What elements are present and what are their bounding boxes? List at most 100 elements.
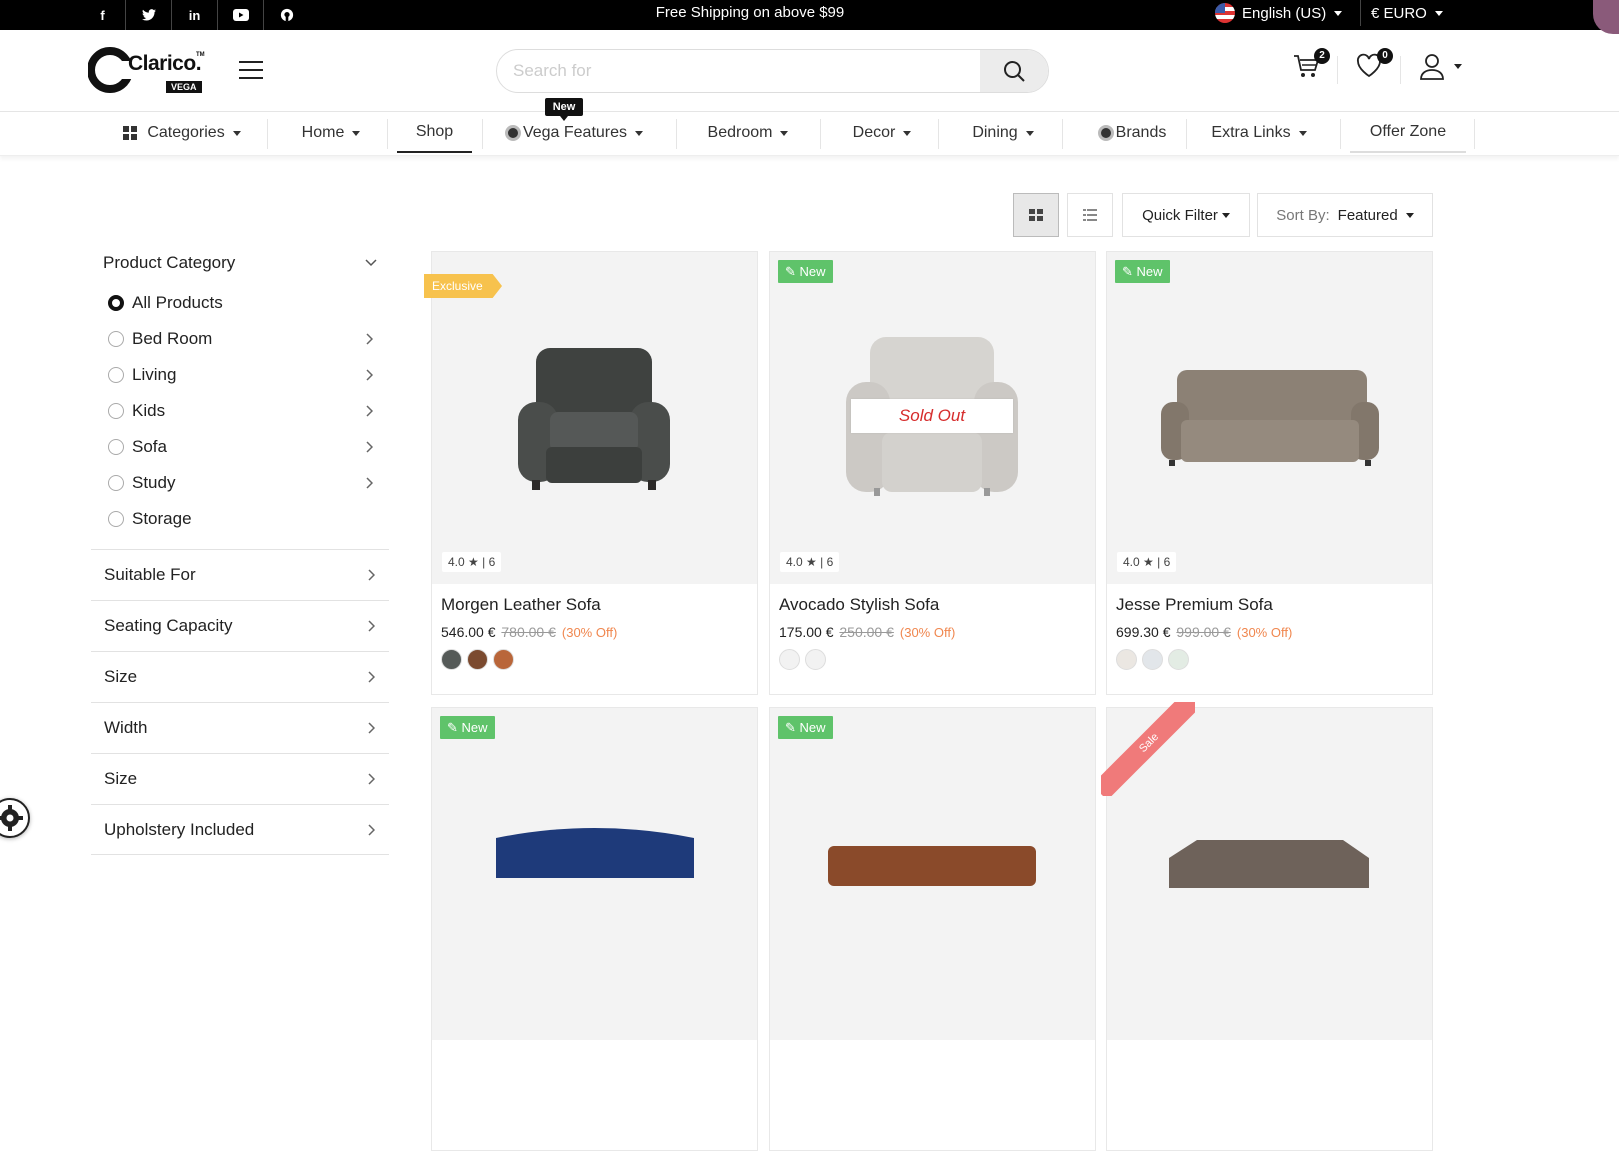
nav-shop[interactable]: Shop — [397, 113, 472, 153]
tag-label: New — [461, 720, 488, 735]
old-price: 250.00 € — [839, 624, 894, 640]
nav-dining[interactable]: Dining — [955, 113, 1051, 153]
nav-home[interactable]: Home — [282, 113, 380, 153]
nav-vega-features[interactable]: Vega Features — [495, 113, 653, 153]
sofa-variant-icon[interactable] — [1116, 649, 1137, 670]
star-icon: ★ — [468, 555, 479, 569]
nav-extra-links[interactable]: Extra Links — [1203, 113, 1315, 153]
radio[interactable] — [108, 475, 124, 491]
chevron-down-icon — [232, 130, 241, 136]
tag-label: New — [799, 720, 826, 735]
list-view-button[interactable] — [1067, 193, 1113, 237]
old-price: 780.00 € — [501, 624, 556, 640]
current-price: 175.00 € — [779, 624, 834, 640]
sort-dropdown[interactable]: Sort By: Featured — [1257, 193, 1433, 237]
nav-categories[interactable]: Categories — [112, 113, 252, 153]
category-study[interactable]: Study — [91, 465, 389, 501]
divider — [938, 119, 939, 149]
rating-value: 4.0 — [448, 555, 465, 569]
new-tag: ✎ New — [778, 716, 833, 739]
product-image[interactable] — [432, 708, 757, 1040]
currency-label: € EURO — [1371, 4, 1427, 22]
language-selector[interactable]: English (US) — [1215, 0, 1343, 26]
nav-offer-zone[interactable]: Offer Zone — [1350, 113, 1466, 153]
account-menu-button[interactable] — [1418, 52, 1462, 84]
nav-brands[interactable]: Brands — [1080, 113, 1184, 153]
product-name[interactable]: Avocado Stylish Sofa — [779, 595, 939, 615]
category-bed-room[interactable]: Bed Room — [91, 321, 389, 357]
nav-decor[interactable]: Decor — [836, 113, 928, 153]
color-swatch[interactable] — [441, 649, 462, 670]
category-sofa[interactable]: Sofa — [91, 429, 389, 465]
filter-suitable-for[interactable]: Suitable For — [91, 549, 389, 600]
dot-icon — [1097, 125, 1114, 141]
category-kids[interactable]: Kids — [91, 393, 389, 429]
product-card[interactable]: ✎ New — [431, 707, 758, 1151]
category-all-products[interactable]: All Products — [91, 285, 389, 321]
product-card[interactable]: Exclusive 4.0 ★ | 6 Morgen Leather Sofa … — [424, 251, 758, 695]
category-living[interactable]: Living — [91, 357, 389, 393]
settings-gear-button[interactable] — [0, 798, 30, 838]
color-swatch[interactable] — [493, 649, 514, 670]
chevron-down-icon — [780, 130, 789, 136]
us-flag-icon — [1215, 3, 1235, 23]
radio[interactable] — [108, 403, 124, 419]
sort-value: Featured — [1337, 206, 1398, 224]
category-storage[interactable]: Storage — [91, 501, 389, 537]
radio[interactable] — [108, 511, 124, 527]
nav-label: Offer Zone — [1369, 123, 1447, 140]
rating-badge: 4.0 ★ | 6 — [780, 552, 840, 572]
product-image[interactable] — [770, 708, 1095, 1040]
review-count: | 6 — [820, 555, 834, 569]
grid-view-icon — [1029, 209, 1043, 221]
sold-out-label: Sold Out — [851, 399, 1013, 433]
category-label: Study — [132, 473, 176, 492]
color-swatch[interactable] — [467, 649, 488, 670]
product-card[interactable]: ✎ New 4.0 ★ | 6 Jesse Premium Sofa 699.3… — [1106, 251, 1433, 695]
product-image[interactable] — [432, 252, 757, 584]
menu-hamburger-icon[interactable] — [239, 61, 263, 79]
logo[interactable]: Clarico. TM VEGA — [87, 46, 206, 96]
radio-selected[interactable] — [108, 295, 124, 311]
chevron-down-icon — [1434, 10, 1443, 16]
nav-label: Decor — [852, 124, 896, 141]
product-card[interactable]: ✎ New Sold Out 4.0 ★ | 6 Avocado Stylish… — [769, 251, 1096, 695]
radio[interactable] — [108, 367, 124, 383]
sofa-variant-icon[interactable] — [1142, 649, 1163, 670]
armchair-variant-icon[interactable] — [779, 649, 800, 670]
product-image[interactable] — [1107, 252, 1432, 584]
product-card[interactable]: Sale — [1101, 702, 1433, 1151]
quick-filter-label: Quick Filter — [1142, 206, 1218, 224]
product-name[interactable]: Jesse Premium Sofa — [1116, 595, 1273, 615]
rating-value: 4.0 — [1123, 555, 1140, 569]
currency-selector[interactable]: € EURO — [1360, 0, 1443, 26]
grid-view-button[interactable] — [1013, 193, 1059, 237]
wishlist-button[interactable]: 0 — [1355, 48, 1393, 84]
nav-label: Dining — [972, 124, 1018, 141]
cart-button[interactable]: 2 — [1292, 48, 1330, 84]
radio[interactable] — [108, 439, 124, 455]
sofa-variant-icon[interactable] — [805, 649, 826, 670]
filter-size-2[interactable]: Size — [91, 753, 389, 804]
filter-width[interactable]: Width — [91, 702, 389, 753]
chevron-down-icon — [1454, 64, 1462, 69]
chevron-down-icon — [1405, 212, 1414, 218]
filter-size[interactable]: Size — [91, 651, 389, 702]
product-name[interactable]: Morgen Leather Sofa — [441, 595, 601, 615]
language-label: English (US) — [1242, 4, 1327, 22]
category-label: Storage — [132, 509, 192, 528]
sofa-variant-icon[interactable] — [1168, 649, 1189, 670]
filter-upholstery-included[interactable]: Upholstery Included — [91, 804, 389, 855]
category-label: Kids — [132, 401, 166, 420]
quick-filter-dropdown[interactable]: Quick Filter — [1122, 193, 1250, 237]
product-category-header[interactable]: Product Category — [91, 240, 389, 285]
product-price: 699.30 € 999.00 € (30% Off) — [1116, 624, 1292, 640]
product-card[interactable]: ✎ New — [769, 707, 1096, 1151]
filter-seating-capacity[interactable]: Seating Capacity — [91, 600, 389, 651]
search-input[interactable] — [497, 50, 982, 92]
radio[interactable] — [108, 331, 124, 347]
search-button[interactable] — [980, 50, 1048, 92]
nav-bedroom[interactable]: Bedroom — [694, 113, 802, 153]
main-nav: Categories Home Shop Vega Features Bedro… — [0, 113, 1619, 156]
filter-sidebar: Product Category All Products Bed Room L… — [91, 240, 389, 855]
